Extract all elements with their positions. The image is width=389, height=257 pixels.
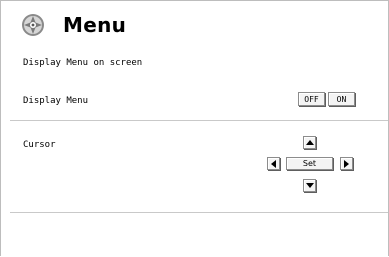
triangle-up-icon — [305, 140, 314, 145]
triangle-left-icon — [271, 159, 276, 168]
display-menu-on-button[interactable]: ON — [328, 92, 355, 106]
cursor-right-button[interactable] — [340, 157, 353, 170]
cursor-label: Cursor — [23, 140, 56, 150]
menu-header: Menu — [21, 10, 126, 40]
cursor-down-button[interactable] — [303, 179, 316, 192]
triangle-down-icon — [305, 183, 314, 188]
cursor-up-button[interactable] — [303, 136, 316, 149]
menu-panel: Menu Display Menu on screen Display Menu… — [0, 0, 389, 256]
projector-logo-icon — [22, 14, 44, 36]
triangle-right-icon — [344, 159, 349, 168]
divider — [10, 212, 388, 213]
divider — [10, 120, 388, 121]
section-subtitle: Display Menu on screen — [23, 58, 143, 68]
cursor-set-button[interactable]: Set — [286, 157, 333, 170]
cursor-left-button[interactable] — [267, 157, 280, 170]
page-title: Menu — [63, 13, 127, 37]
display-menu-label: Display Menu — [23, 96, 89, 106]
display-menu-off-button[interactable]: OFF — [298, 92, 325, 106]
